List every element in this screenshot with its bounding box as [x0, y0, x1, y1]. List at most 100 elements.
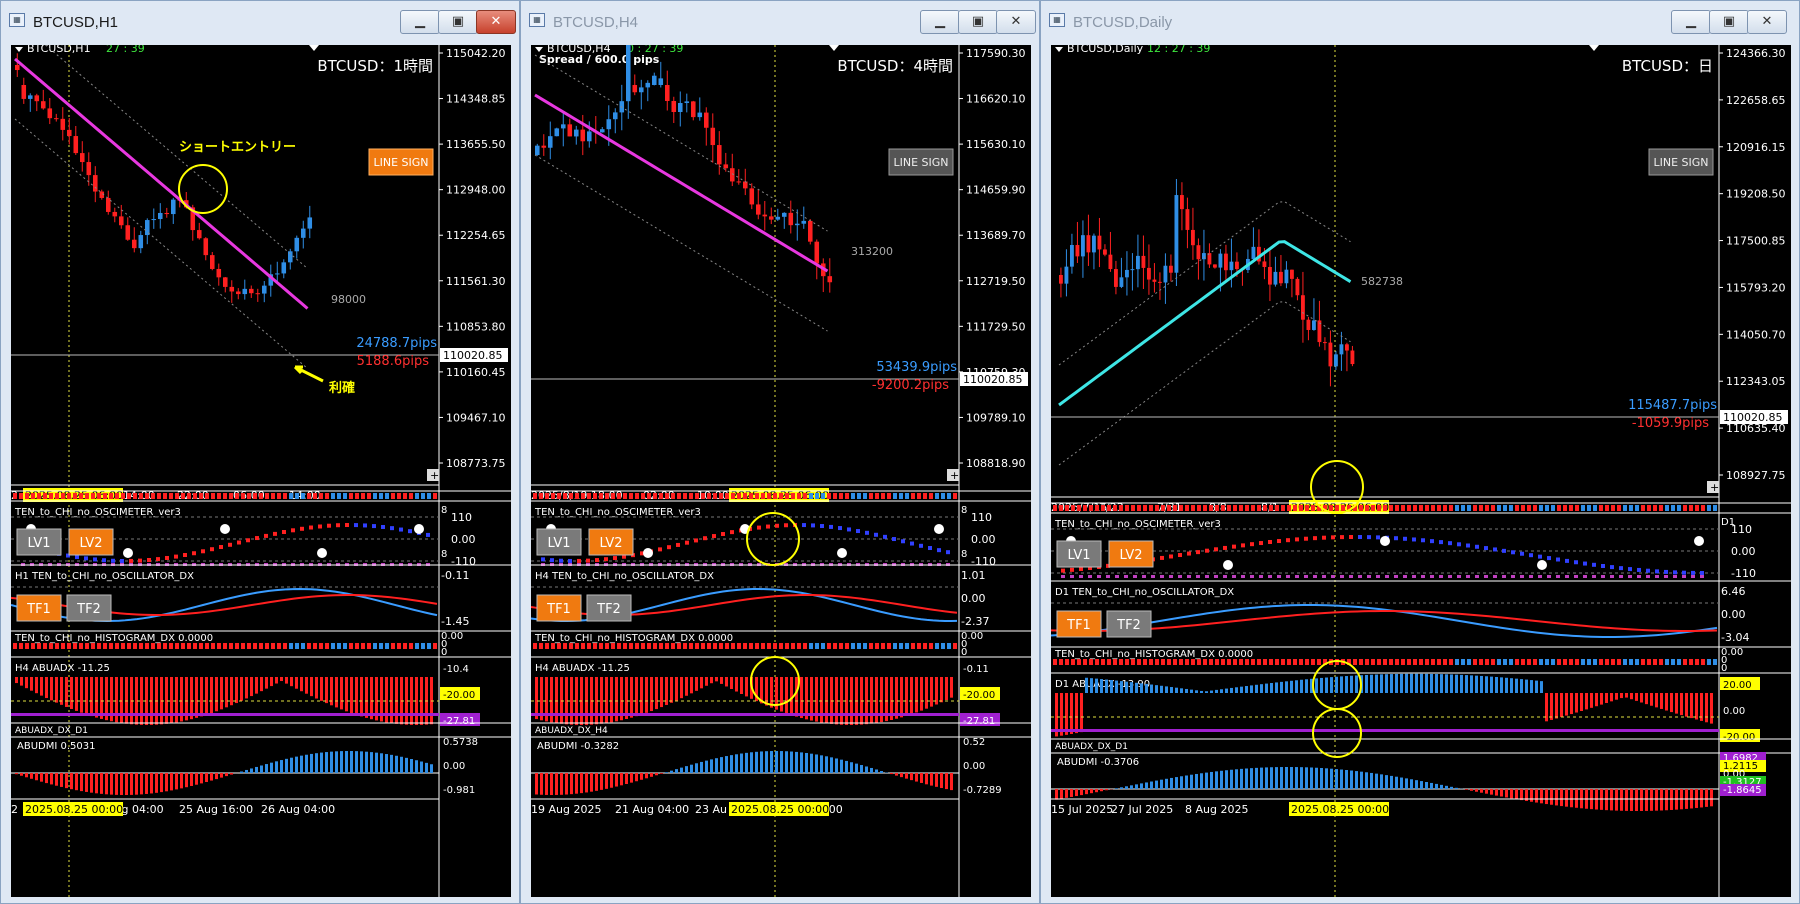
chart-client-area[interactable]: 115042.20 114348.85 113655.50 112948.00 1122… — [11, 45, 511, 897]
signal-ribbon — [665, 493, 669, 499]
chart-client-area[interactable]: 117590.30 116620.10 115630.10 114659.90 1136… — [531, 45, 1031, 897]
abudmi-bar — [140, 773, 143, 795]
histogram-ribbon — [875, 643, 879, 649]
histogram-ribbon — [1083, 659, 1087, 665]
oscimeter-baseline-dot — [1619, 575, 1623, 578]
title-bar[interactable]: ▦ BTCUSD,H4 ▁ ▣ ✕ — [521, 1, 1039, 45]
oscimeter-baseline-dot — [1574, 575, 1578, 578]
oscimeter-dot — [1322, 535, 1326, 540]
abudmi-bar — [1390, 775, 1393, 789]
abudmi-bar — [250, 768, 253, 773]
title-bar[interactable]: ▦ BTCUSD,Daily ▁ ▣ ✕ — [1041, 1, 1799, 45]
abudmi-bar — [810, 753, 813, 773]
oscillator-dx-scale: 1.01 — [961, 569, 986, 582]
abuadx-bar — [1710, 693, 1713, 724]
bear-candle — [47, 108, 53, 119]
abudmi-bar — [1605, 789, 1608, 811]
oscimeter-side: 8 — [961, 549, 967, 560]
abuadx-bar — [1650, 693, 1653, 706]
abuadx-bar — [1240, 686, 1243, 693]
abuadx-bar — [120, 677, 123, 724]
close-button[interactable]: ✕ — [1747, 10, 1787, 34]
oscimeter-dot — [246, 538, 250, 543]
abuadx-bar — [1630, 693, 1633, 700]
histogram-ribbon — [1521, 659, 1525, 665]
close-button[interactable]: ✕ — [476, 10, 516, 34]
abuadx-bar — [1675, 693, 1678, 714]
abuadx-bar — [1205, 691, 1208, 693]
oscimeter-dot — [550, 558, 554, 563]
chart-canvas[interactable]: 124366.30122658.65120916.15119208.501175… — [1051, 45, 1791, 897]
close-button[interactable]: ✕ — [996, 10, 1036, 34]
histogram-ribbon — [629, 643, 633, 649]
abudmi-title: ABUDMI -0.3282 — [537, 741, 619, 752]
chart-window-h4[interactable]: ▦ BTCUSD,H4 ▁ ▣ ✕ 117590.30 116620.10 1156… — [520, 0, 1040, 904]
chart-client-area[interactable]: 124366.30 122658.65 120916.15 119208.50 1175… — [1051, 45, 1791, 897]
histogram-ribbon — [1623, 659, 1627, 665]
histogram-ribbon — [343, 643, 347, 649]
signal-ribbon — [725, 493, 729, 499]
bear-candle — [1075, 244, 1080, 257]
bull-candle — [645, 82, 651, 88]
histogram-ribbon — [1239, 659, 1243, 665]
oscimeter-dot — [426, 532, 430, 537]
abudmi-bar — [1530, 789, 1533, 802]
oscimeter-side: D1 — [1721, 517, 1735, 528]
abuadx-bar — [720, 677, 723, 684]
chart-canvas[interactable]: 115042.20114348.85113655.50112948.001122… — [11, 45, 511, 897]
minimize-button[interactable]: ▁ — [920, 10, 960, 34]
abuadx-bar — [870, 677, 873, 724]
abuadx-bar — [1515, 678, 1518, 693]
close-icon: ✕ — [1761, 14, 1773, 29]
abuadx-bar — [1090, 678, 1093, 693]
signal-marker-icon — [1537, 560, 1547, 570]
minimize-button[interactable]: ▁ — [1671, 10, 1711, 34]
maximize-button[interactable]: ▣ — [1709, 10, 1749, 34]
bull-candle — [1119, 277, 1124, 287]
histogram-ribbon — [785, 643, 789, 649]
oscimeter-dot — [201, 549, 205, 554]
histogram-ribbon — [641, 643, 645, 649]
minimize-button[interactable]: ▁ — [400, 10, 440, 34]
oscimeter-dot — [838, 526, 842, 531]
histogram-ribbon — [1557, 659, 1561, 665]
chart-window-h1[interactable]: ▦ BTCUSD,H1 ▁ ▣ ✕ 115042.20 114348.85 1136… — [0, 0, 520, 904]
signal-ribbon — [1227, 505, 1231, 511]
histogram-ribbon — [947, 643, 951, 649]
histogram-ribbon — [659, 643, 663, 649]
signal-ribbon — [1341, 505, 1345, 511]
abuadx-bar — [125, 677, 128, 724]
abudmi-bar — [20, 773, 23, 776]
abuadx-bar — [640, 677, 643, 715]
price-scale-label: 117500.85 — [1726, 235, 1786, 248]
abudmi-bar — [1630, 789, 1633, 811]
abuadx-bar — [1170, 687, 1173, 693]
signal-ribbon — [875, 493, 879, 499]
signal-ribbon — [695, 493, 699, 499]
chart-canvas[interactable]: 117590.30116620.10115630.10114659.901136… — [531, 45, 1031, 897]
maximize-button[interactable]: ▣ — [958, 10, 998, 34]
abuadx-bar — [1705, 693, 1708, 723]
abuadx-bar — [1520, 679, 1523, 693]
signal-ribbon — [397, 493, 401, 499]
dropdown-triangle-icon[interactable] — [1055, 47, 1063, 52]
dropdown-triangle-icon[interactable] — [535, 47, 543, 52]
abudmi-bar — [925, 773, 928, 785]
oscimeter-dot — [946, 550, 950, 555]
abudmi-bar — [1055, 789, 1058, 800]
histogram-ribbon — [31, 643, 35, 649]
abudmi-bar — [1385, 775, 1388, 789]
abuadx-bar — [210, 677, 213, 714]
histogram-ribbon — [187, 643, 191, 649]
maximize-button[interactable]: ▣ — [438, 10, 478, 34]
signal-ribbon — [701, 493, 705, 499]
chart-window-daily[interactable]: ▦ BTCUSD,Daily ▁ ▣ ✕ 124366.30 122658.65 1… — [1040, 0, 1800, 904]
histogram-ribbon — [1353, 659, 1357, 665]
abudmi-scale: -1.8645 — [1723, 785, 1762, 796]
title-bar[interactable]: ▦ BTCUSD,H1 ▁ ▣ ✕ — [1, 1, 519, 45]
abudmi-bar — [775, 751, 778, 773]
dropdown-triangle-icon[interactable] — [15, 47, 23, 52]
bottom-axis-label: 21 Aug 04:00 — [615, 803, 689, 816]
histogram-ribbon — [37, 643, 41, 649]
signal-ribbon — [1335, 505, 1339, 511]
